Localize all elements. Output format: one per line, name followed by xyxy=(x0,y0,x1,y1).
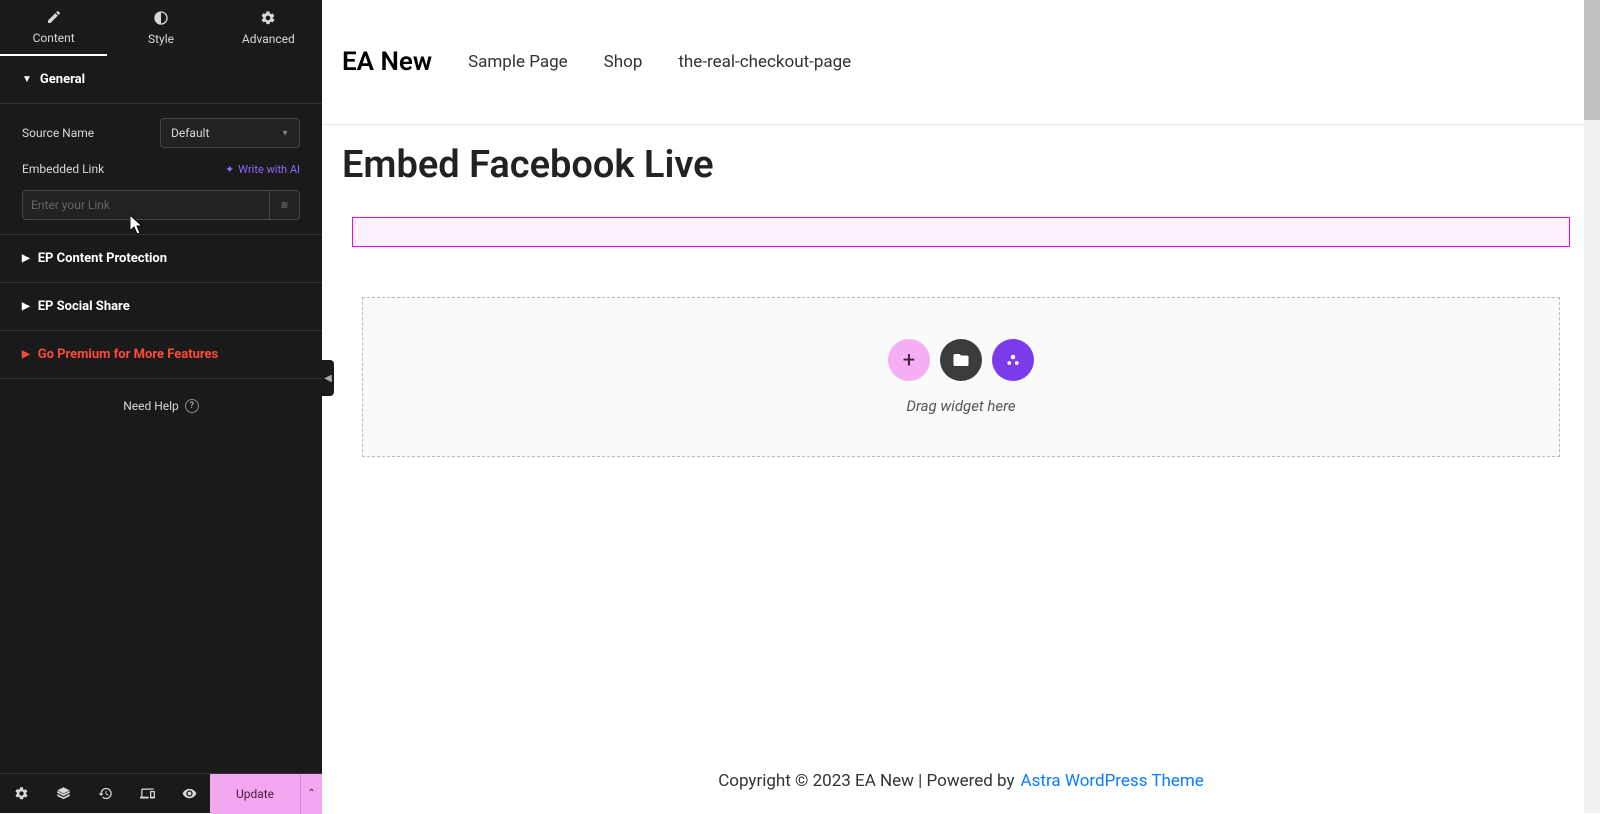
section-general-header[interactable]: ▼ General xyxy=(0,56,322,104)
site-header: EA New Sample Page Shop the-real-checkou… xyxy=(322,0,1600,125)
copyright-text: Copyright © 2023 EA New | Powered by xyxy=(718,771,1014,791)
scrollbar-thumb[interactable] xyxy=(1584,0,1600,120)
tab-content[interactable]: Content xyxy=(0,0,107,56)
sections: ▼ General Source Name Default Embedded L… xyxy=(0,56,322,773)
source-name-select[interactable]: Default xyxy=(160,118,300,148)
section-premium-title: Go Premium for More Features xyxy=(38,347,219,362)
update-label: Update xyxy=(236,787,274,801)
caret-right-icon: ▶ xyxy=(22,349,30,360)
add-template-button[interactable] xyxy=(940,339,982,381)
need-help[interactable]: Need Help ? xyxy=(0,379,322,433)
collapse-sidebar[interactable]: ◀ xyxy=(322,360,334,396)
caret-right-icon: ▶ xyxy=(22,253,30,264)
gear-icon xyxy=(14,786,29,801)
section-social-title: EP Social Share xyxy=(38,299,130,314)
navigator-button[interactable] xyxy=(42,774,84,814)
dropzone-label: Drag widget here xyxy=(906,397,1015,415)
site-nav: Sample Page Shop the-real-checkout-page xyxy=(468,52,851,72)
scrollbar[interactable] xyxy=(1584,0,1600,813)
update-options-button[interactable]: ⌃ xyxy=(300,774,322,814)
nav-shop[interactable]: Shop xyxy=(604,52,643,72)
editor-tabs: Content Style Advanced xyxy=(0,0,322,56)
need-help-label: Need Help xyxy=(123,399,179,413)
database-icon: ≡ xyxy=(281,198,288,212)
site-footer: Copyright © 2023 EA New | Powered by Ast… xyxy=(322,748,1600,813)
settings-button[interactable] xyxy=(0,774,42,814)
write-with-ai[interactable]: ✦ Write with AI xyxy=(225,163,300,176)
preview-button[interactable] xyxy=(168,774,210,814)
embedded-link-label: Embedded Link xyxy=(22,162,104,176)
section-general-title: General xyxy=(40,72,85,87)
history-icon xyxy=(98,786,113,801)
section-protection[interactable]: ▶ EP Content Protection xyxy=(0,235,322,283)
eye-icon xyxy=(182,786,197,801)
sidebar-footer: Update ⌃ xyxy=(0,773,322,813)
nav-sample-page[interactable]: Sample Page xyxy=(468,52,568,72)
dropzone[interactable]: + Drag widget here xyxy=(362,297,1560,457)
sparkle-icon: ✦ xyxy=(225,163,234,176)
source-name-label: Source Name xyxy=(22,126,94,140)
update-button[interactable]: Update xyxy=(210,774,300,814)
selected-widget[interactable] xyxy=(352,217,1570,247)
section-protection-title: EP Content Protection xyxy=(38,251,167,266)
caret-down-icon: ▼ xyxy=(22,74,32,85)
tab-style-label: Style xyxy=(148,32,174,46)
dynamic-tags-button[interactable]: ≡ xyxy=(270,190,300,220)
ea-templates-button[interactable] xyxy=(992,339,1034,381)
responsive-button[interactable] xyxy=(126,774,168,814)
pencil-icon xyxy=(46,9,62,25)
site-title: EA New xyxy=(342,47,432,77)
write-ai-label: Write with AI xyxy=(238,163,300,176)
chevron-left-icon: ◀ xyxy=(324,373,332,384)
theme-link[interactable]: Astra WordPress Theme xyxy=(1021,771,1204,791)
gear-icon xyxy=(260,10,276,26)
tab-style[interactable]: Style xyxy=(107,0,214,56)
preview-area: EA New Sample Page Shop the-real-checkou… xyxy=(322,0,1600,813)
section-premium[interactable]: ▶ Go Premium for More Features xyxy=(0,331,322,379)
add-section-button[interactable]: + xyxy=(888,339,930,381)
chevron-up-icon: ⌃ xyxy=(307,788,315,799)
section-social[interactable]: ▶ EP Social Share xyxy=(0,283,322,331)
plus-icon: + xyxy=(903,348,915,373)
layers-icon xyxy=(56,786,71,801)
embedded-link-input[interactable] xyxy=(22,190,270,220)
tab-advanced[interactable]: Advanced xyxy=(215,0,322,56)
caret-right-icon: ▶ xyxy=(22,301,30,312)
source-name-value: Default xyxy=(171,126,209,140)
section-general-body: Source Name Default Embedded Link ✦ Writ… xyxy=(0,104,322,235)
tab-advanced-label: Advanced xyxy=(242,32,295,46)
contrast-icon xyxy=(153,10,169,26)
responsive-icon xyxy=(140,786,155,801)
scrollbar-track xyxy=(1584,0,1600,813)
history-button[interactable] xyxy=(84,774,126,814)
folder-icon xyxy=(952,351,970,369)
tab-content-label: Content xyxy=(33,31,75,45)
nav-checkout[interactable]: the-real-checkout-page xyxy=(678,52,851,72)
question-icon: ? xyxy=(185,399,199,413)
page-title: Embed Facebook Live xyxy=(342,143,1580,187)
editor-sidebar: Content Style Advanced ▼ General Source … xyxy=(0,0,322,813)
blocks-icon xyxy=(1004,351,1022,369)
